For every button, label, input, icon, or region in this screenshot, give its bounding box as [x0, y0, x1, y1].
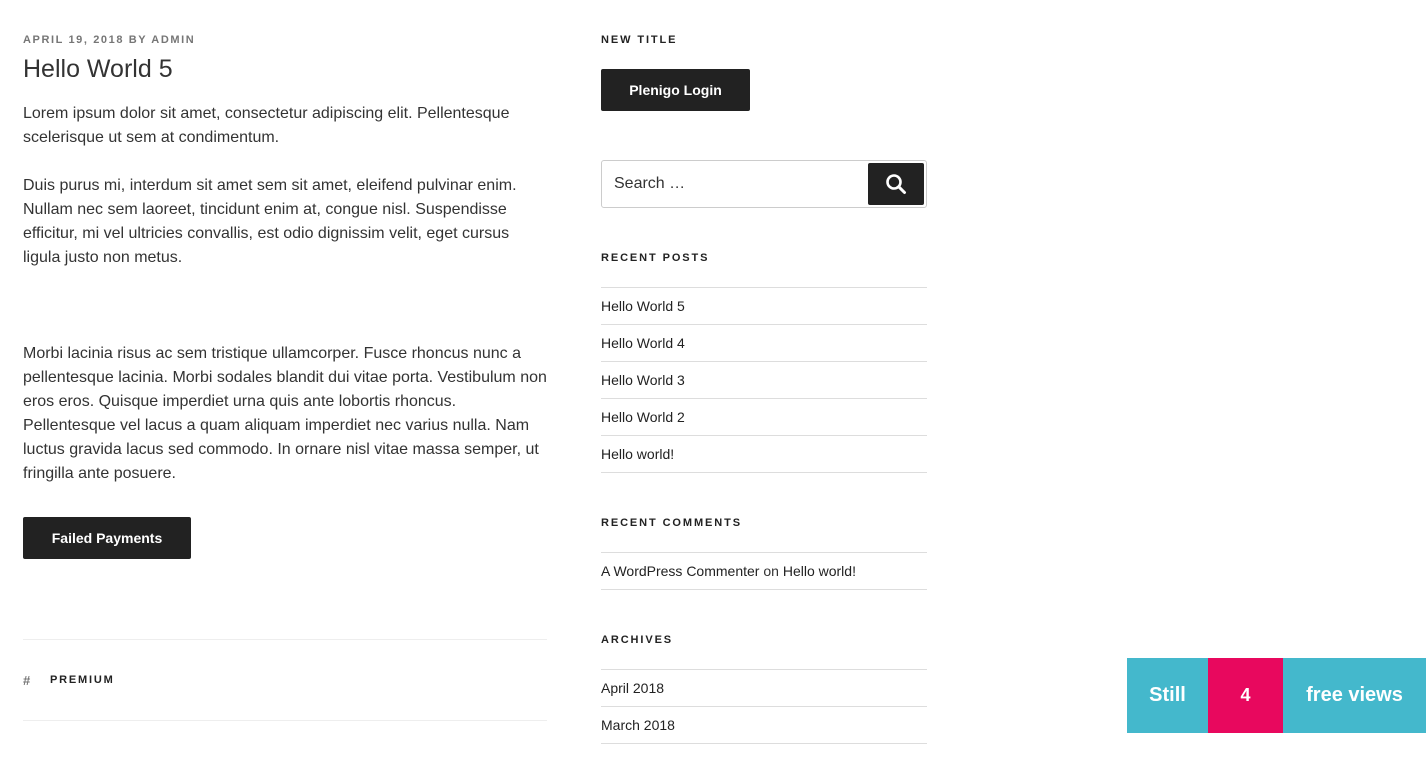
plenigo-login-button[interactable]: Plenigo Login [601, 69, 750, 111]
recent-post-link[interactable]: Hello World 5 [601, 298, 685, 314]
widget-title-recent-posts: RECENT POSTS [601, 252, 710, 264]
archives-list: April 2018 March 2018 [601, 669, 927, 744]
list-item: Hello World 3 [601, 362, 927, 399]
post-paragraph: Duis purus mi, interdum sit amet sem sit… [23, 177, 517, 266]
comment-post-link[interactable]: Hello world! [783, 563, 856, 579]
views-banner-count: 4 [1208, 658, 1283, 733]
post-article: APRIL 19, 2018 BY ADMIN Hello World 5 Lo… [23, 33, 547, 486]
list-item: April 2018 [601, 670, 927, 707]
recent-post-link[interactable]: Hello World 4 [601, 335, 685, 351]
search-icon [886, 174, 906, 194]
archive-link[interactable]: April 2018 [601, 680, 664, 696]
tag-link-premium[interactable]: PREMIUM [50, 674, 115, 686]
widget-title-archives: ARCHIVES [601, 634, 674, 646]
widget-title-recent-comments: RECENT COMMENTS [601, 517, 742, 529]
list-item: March 2018 [601, 707, 927, 744]
free-views-banner: Still 4 free views [1127, 658, 1426, 733]
post-title: Hello World 5 [23, 55, 173, 83]
archive-link[interactable]: March 2018 [601, 717, 675, 733]
recent-post-link[interactable]: Hello world! [601, 446, 674, 462]
post-author-link[interactable]: ADMIN [151, 34, 195, 46]
comment-on-text: on [763, 563, 779, 579]
list-item: A WordPress Commenter on Hello world! [601, 553, 927, 590]
list-item: Hello World 2 [601, 399, 927, 436]
views-banner-prefix: Still [1127, 658, 1208, 733]
search-button[interactable] [868, 163, 924, 205]
views-banner-suffix: free views [1283, 658, 1426, 733]
post-body: Lorem ipsum dolor sit amet, consectetur … [23, 102, 547, 486]
post-paragraph: Morbi lacinia risus ac sem tristique ull… [23, 345, 547, 482]
post-tags: # PREMIUM [23, 639, 547, 721]
page: APRIL 19, 2018 BY ADMIN Hello World 5 Lo… [0, 0, 1426, 767]
recent-posts-list: Hello World 5 Hello World 4 Hello World … [601, 287, 927, 473]
list-item: Hello World 4 [601, 325, 927, 362]
comment-author-link[interactable]: A WordPress Commenter [601, 563, 759, 579]
post-by-text: BY [128, 34, 148, 46]
widget-title-new-title: NEW TITLE [601, 34, 678, 46]
failed-payments-button[interactable]: Failed Payments [23, 517, 191, 559]
recent-post-link[interactable]: Hello World 3 [601, 372, 685, 388]
post-meta: APRIL 19, 2018 BY ADMIN [23, 33, 547, 47]
post-paragraph: Lorem ipsum dolor sit amet, consectetur … [23, 105, 510, 146]
post-date-link[interactable]: APRIL 19, 2018 [23, 34, 124, 46]
list-item: Hello world! [601, 436, 927, 473]
recent-comments-list: A WordPress Commenter on Hello world! [601, 552, 927, 590]
list-item: Hello World 5 [601, 288, 927, 325]
search-input[interactable] [602, 161, 862, 207]
search-form [601, 160, 927, 208]
hash-icon: # [23, 673, 31, 688]
recent-post-link[interactable]: Hello World 2 [601, 409, 685, 425]
